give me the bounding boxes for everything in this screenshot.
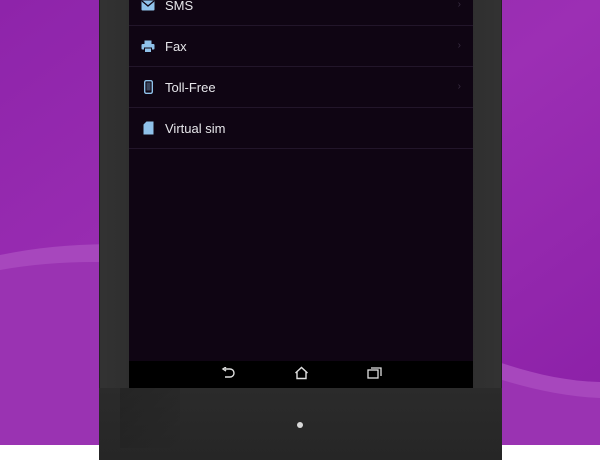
list-item-label: Fax [165,38,187,54]
list-item-sms[interactable]: SMS › [129,0,473,26]
chevron-right-icon: › [457,40,461,51]
phone-device-icon [131,80,165,94]
home-icon [294,366,309,385]
list-item-label: SMS [165,0,194,13]
home-indicator-dot [297,422,303,428]
list-item-virtual-sim[interactable]: Virtual sim [129,108,473,149]
chevron-right-icon: › [457,81,461,92]
envelope-icon [131,0,165,11]
chevron-right-icon: › [457,0,461,10]
back-icon [221,366,235,384]
navigation-bar [129,361,473,388]
recent-apps-icon [366,366,382,384]
printer-icon [131,40,165,53]
home-button[interactable] [292,366,310,384]
list-item-label: Virtual sim [165,120,226,136]
recent-apps-button[interactable] [365,366,383,384]
sim-card-icon [131,121,165,135]
device-screen: SMS › Fax › Toll-Free › Virtual sim [129,0,473,388]
menu-list: SMS › Fax › Toll-Free › Virtual sim [129,0,473,149]
list-item-toll-free[interactable]: Toll-Free › [129,67,473,108]
list-item-label: Toll-Free [165,79,216,95]
back-button[interactable] [219,366,237,384]
list-item-fax[interactable]: Fax › [129,26,473,67]
